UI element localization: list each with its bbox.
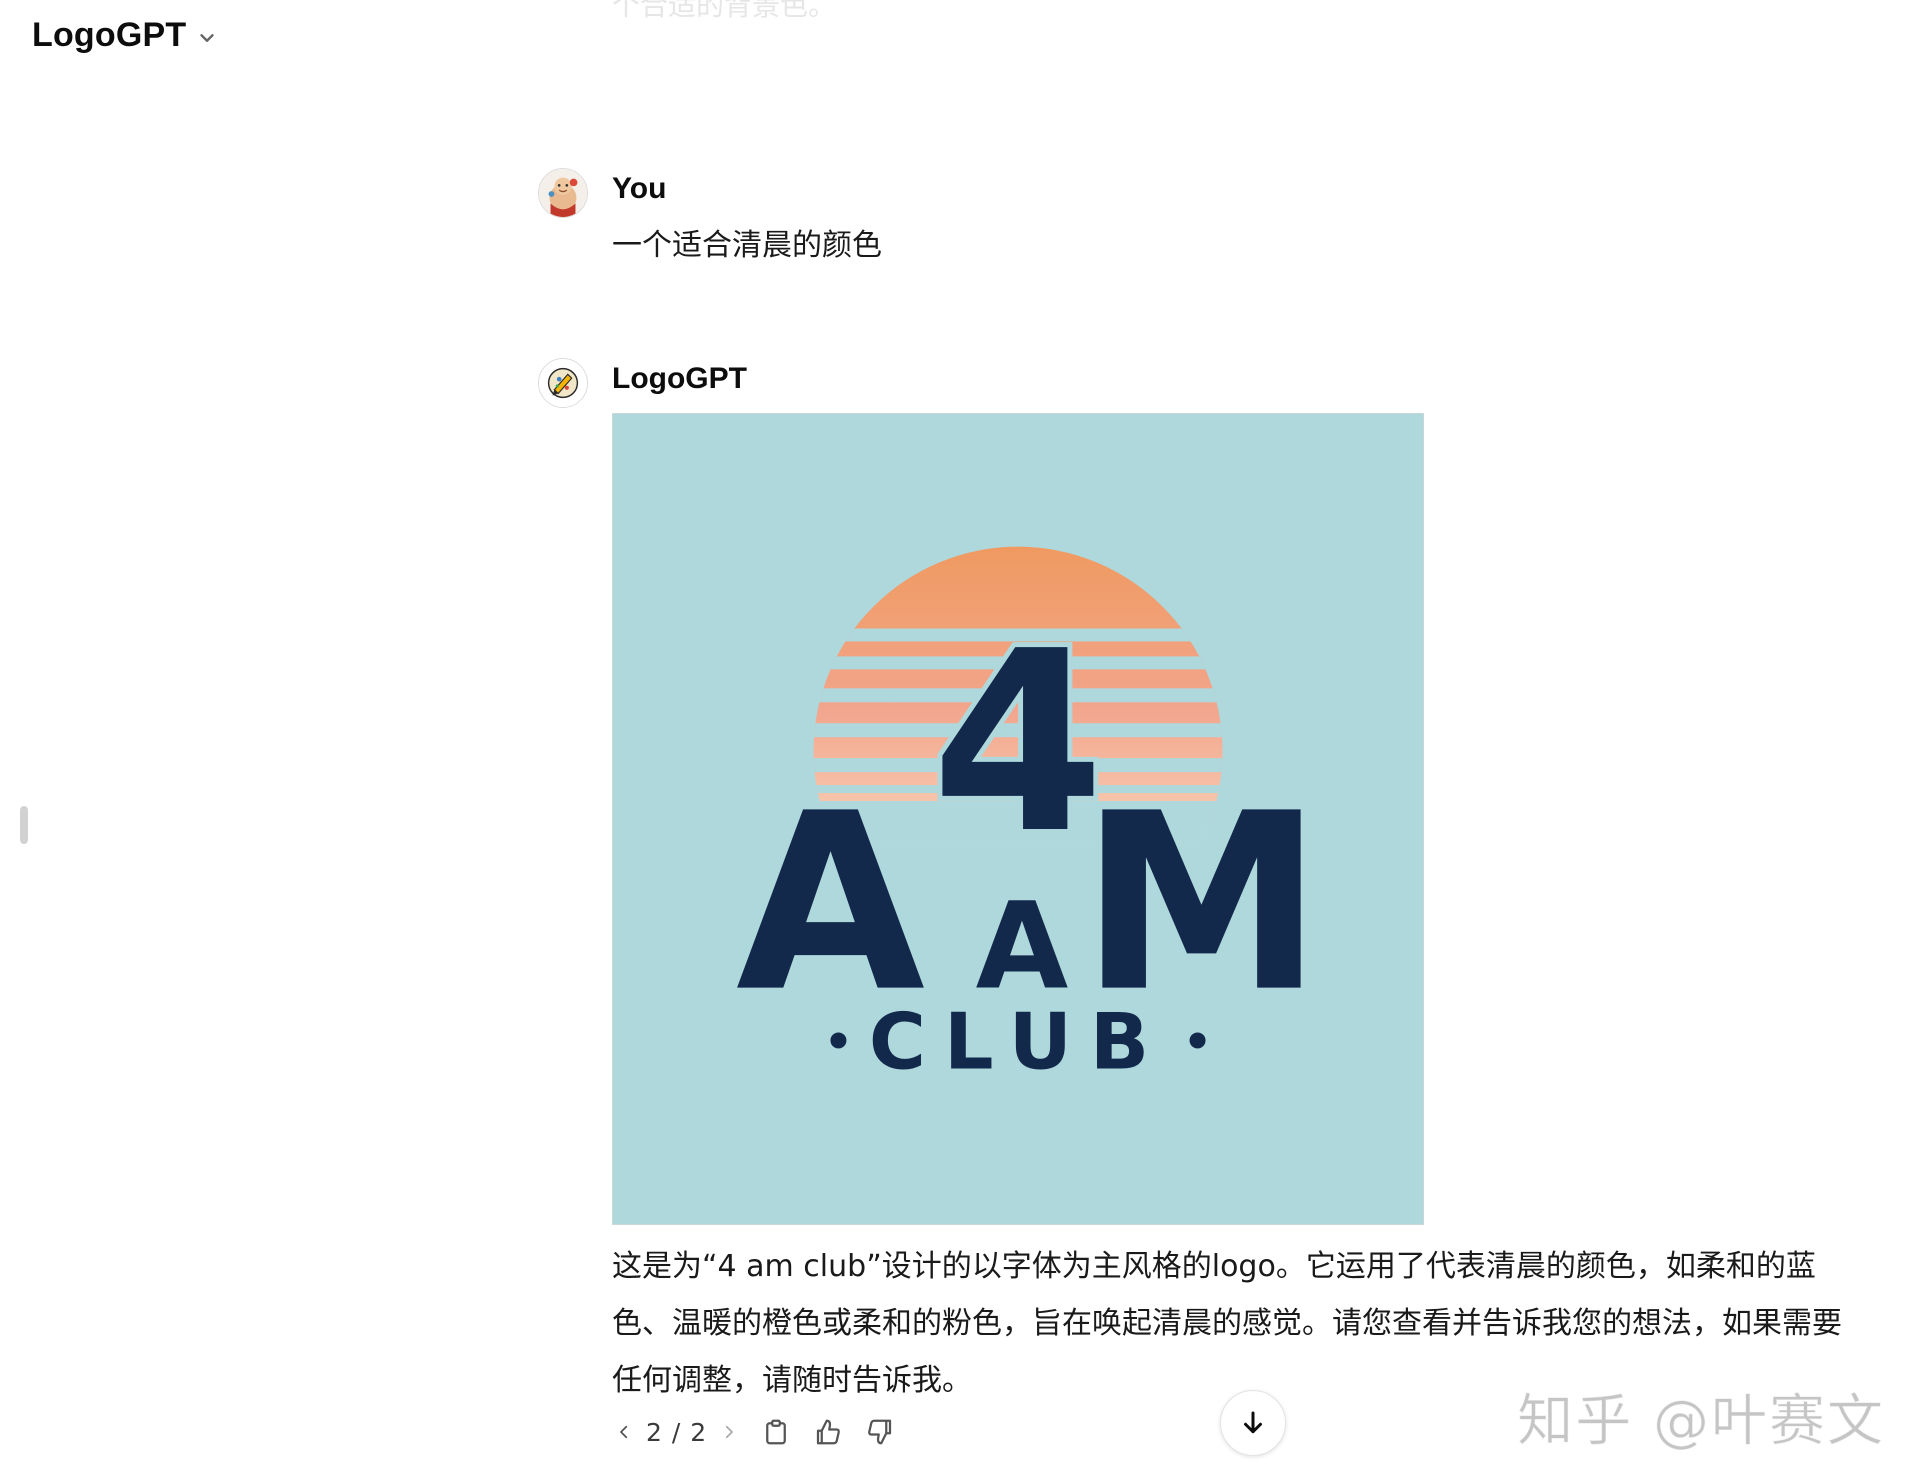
response-pager: 2 / 2 [612,1418,741,1447]
thumbs-down-icon [868,1419,892,1445]
generated-logo-image[interactable]: 4 A A M CLUB [612,413,1424,1225]
user-message: You 一个适合清晨的颜色 [538,168,1838,278]
copy-button[interactable] [759,1415,793,1449]
assistant-message: LogoGPT 4 A A M CLUB 这是为“4 am club”设计的以字… [538,358,1842,1465]
thumbs-down-button[interactable] [863,1415,897,1449]
logo-artwork: 4 A A M CLUB [613,414,1423,1224]
thumbs-up-button[interactable] [811,1415,845,1449]
model-switcher[interactable]: LogoGPT [22,12,228,59]
logo-club-text: CLUB [869,997,1167,1087]
chevron-right-icon [725,1425,734,1439]
logo-dot-left [830,1032,847,1049]
chevron-left-icon [620,1425,628,1439]
message-actions: 2 / 2 [612,1412,897,1452]
sidebar-toggle-handle[interactable] [20,806,28,844]
message-text: 一个适合清晨的颜色 [612,228,882,263]
thumbs-up-icon [817,1419,841,1445]
faded-previous-text: 个合适的背景色。 [612,0,837,22]
model-name: LogoGPT [32,16,187,54]
scroll-to-bottom-button[interactable] [1220,1390,1286,1456]
zhihu-watermark: 知乎 @叶赛文 [1517,1389,1885,1455]
user-avatar-icon [538,168,588,218]
pager-count: 2 / 2 [646,1417,708,1447]
copy-icon [766,1419,787,1445]
logo-digit-4: 4 [931,598,1105,888]
chat-app: 个合适的背景色。 LogoGPT You 一个适合清晨的颜色 LogoGPT 4… [0,0,1915,1465]
logo-letter-a-small: A [976,878,1069,1017]
message-author: LogoGPT [612,362,747,395]
message-author: You [612,172,667,205]
next-response-button[interactable] [717,1420,741,1444]
logo-dot-right [1189,1032,1206,1049]
chevron-down-icon [200,33,215,42]
previous-response-button[interactable] [612,1420,636,1444]
arrow-down-icon [1244,1411,1262,1434]
logogpt-avatar-icon [538,358,588,408]
